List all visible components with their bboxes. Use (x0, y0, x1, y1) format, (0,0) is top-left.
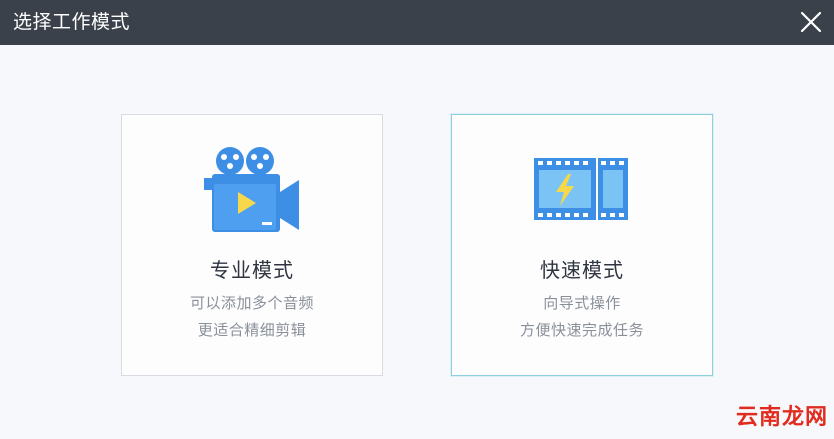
title-bar: 选择工作模式 (0, 0, 834, 45)
pro-mode-card[interactable]: 专业模式 可以添加多个音频 更适合精细剪辑 (121, 114, 383, 376)
fast-mode-desc-line1: 向导式操作 (543, 294, 621, 312)
close-button[interactable] (796, 7, 826, 37)
fast-mode-card[interactable]: 快速模式 向导式操作 方便快速完成任务 (451, 114, 713, 376)
dialog-content: 专业模式 可以添加多个音频 更适合精细剪辑 快速模式 向导式操作 方便快速完成任… (0, 45, 834, 439)
pro-mode-icon-wrap (122, 141, 382, 237)
pro-mode-desc-line1: 可以添加多个音频 (189, 294, 314, 312)
watermark-logo: 云南龙网 (735, 405, 828, 430)
pro-mode-title: 专业模式 (210, 258, 294, 282)
fast-mode-desc-line2: 方便快速完成任务 (519, 321, 644, 339)
fast-mode-title: 快速模式 (540, 258, 624, 282)
fast-mode-icon-wrap (452, 141, 712, 237)
film-strip-lightning-icon (534, 158, 628, 220)
video-camera-icon (204, 147, 299, 232)
dialog-title: 选择工作模式 (13, 11, 131, 33)
close-icon (800, 11, 822, 33)
pro-mode-desc-line2: 更适合精细剪辑 (197, 321, 307, 339)
